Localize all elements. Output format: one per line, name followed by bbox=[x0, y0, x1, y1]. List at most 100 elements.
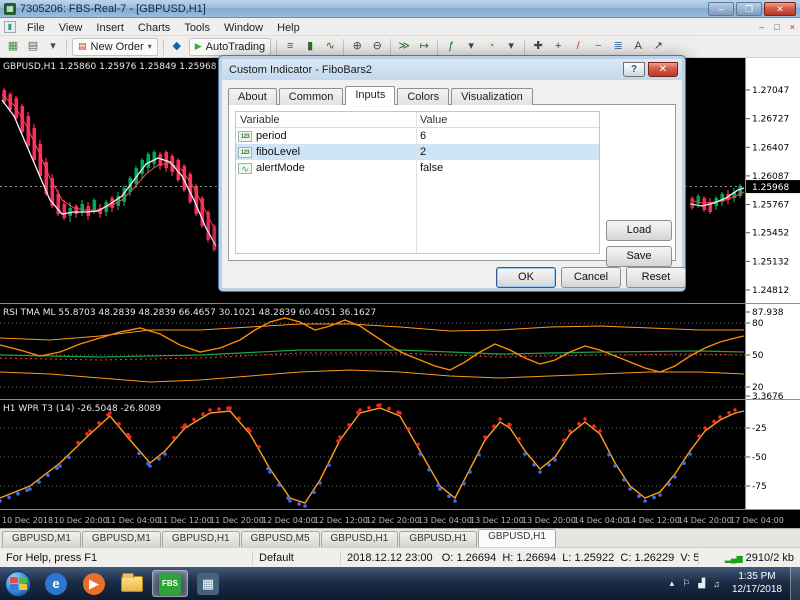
menu-item-view[interactable]: View bbox=[52, 21, 90, 35]
svg-text:1.25452: 1.25452 bbox=[752, 229, 789, 239]
start-button[interactable] bbox=[5, 570, 31, 597]
minimize-button[interactable]: – bbox=[708, 1, 734, 16]
save-button[interactable]: Save bbox=[606, 246, 672, 267]
chart-close-icon[interactable]: × bbox=[785, 22, 800, 32]
profiles-dropdown-icon[interactable]: ▾ bbox=[44, 38, 62, 56]
autotrading-button[interactable]: ▶ AutoTrading bbox=[188, 37, 272, 56]
dialog-close-button[interactable]: ✕ bbox=[648, 62, 678, 77]
text-label-icon[interactable]: A bbox=[629, 38, 647, 56]
param-value[interactable]: 6 bbox=[416, 128, 599, 144]
fibonacci-icon[interactable]: ≣ bbox=[609, 38, 627, 56]
app-icon: ▦ bbox=[4, 2, 16, 15]
chart-tab-2[interactable]: GBPUSD,H1 bbox=[161, 531, 240, 547]
menu-bar: ▮ File View Insert Charts Tools Window Help – … bbox=[0, 18, 800, 36]
candles-mode-icon[interactable]: ▮ bbox=[301, 38, 319, 56]
status-help-text: For Help, press F1 bbox=[6, 551, 98, 564]
new-chart-icon[interactable]: ▦ bbox=[4, 38, 22, 56]
cursor-icon[interactable]: ✚ bbox=[529, 38, 547, 56]
bars-mode-icon[interactable]: ≡ bbox=[281, 38, 299, 56]
param-value[interactable]: false bbox=[416, 160, 599, 176]
close-button[interactable]: ✕ bbox=[764, 1, 796, 16]
taskbar-clock[interactable]: 1:35 PM 12/17/2018 bbox=[724, 571, 790, 596]
svg-text:80: 80 bbox=[752, 319, 764, 329]
network-icon[interactable]: ▟ bbox=[694, 578, 709, 589]
dialog-help-button[interactable]: ? bbox=[623, 62, 645, 77]
toolbar-separator bbox=[524, 38, 526, 55]
taskbar-app-fbs-app[interactable]: FBS bbox=[152, 570, 188, 597]
indicators-icon[interactable]: ƒ bbox=[442, 38, 460, 56]
menu-item-window[interactable]: Window bbox=[217, 21, 270, 35]
menu-item-insert[interactable]: Insert bbox=[89, 21, 131, 35]
taskbar-app-media-player[interactable]: ▶ bbox=[76, 570, 112, 597]
expert-advisors-icon[interactable]: ◆ bbox=[168, 38, 186, 56]
restore-button[interactable]: ❒ bbox=[736, 1, 762, 16]
toolbar-separator bbox=[276, 38, 278, 55]
chart-restore-icon[interactable]: □ bbox=[769, 22, 784, 32]
rsi-panel-label: RSI TMA ML 55.8703 48.2839 48.2839 66.46… bbox=[3, 308, 376, 318]
chart-tab-3[interactable]: GBPUSD,M5 bbox=[240, 531, 320, 547]
line-mode-icon[interactable]: ∿ bbox=[321, 38, 339, 56]
zoom-out-icon[interactable]: ⊖ bbox=[368, 38, 386, 56]
svg-text:13 Dec 20:00: 13 Dec 20:00 bbox=[522, 516, 576, 525]
menu-item-help[interactable]: Help bbox=[270, 21, 307, 35]
chart-tab-4[interactable]: GBPUSD,H1 bbox=[320, 531, 399, 547]
param-row-period[interactable]: 123 period 6 bbox=[236, 128, 599, 144]
new-order-button[interactable]: ▤ New Order ▾ bbox=[72, 37, 158, 56]
chart-tab-5[interactable]: GBPUSD,H1 bbox=[399, 531, 478, 547]
taskbar-app-metatrader[interactable]: ▦ bbox=[190, 570, 226, 597]
menu-item-file[interactable]: File bbox=[20, 21, 52, 35]
show-desktop-button[interactable] bbox=[790, 567, 800, 600]
toolbar-separator bbox=[390, 38, 392, 55]
load-button[interactable]: Load bbox=[606, 220, 672, 241]
chart-profiles-icon[interactable]: ▤ bbox=[24, 38, 42, 56]
chart-tab-1[interactable]: GBPUSD,M1 bbox=[81, 531, 161, 547]
clock-time: 1:35 PM bbox=[738, 571, 776, 582]
menu-item-tools[interactable]: Tools bbox=[177, 21, 217, 35]
status-profile[interactable]: Default bbox=[252, 550, 340, 565]
horizontal-line-icon[interactable]: − bbox=[589, 38, 607, 56]
param-value[interactable]: 2 bbox=[416, 144, 599, 160]
auto-scroll-icon[interactable]: ≫ bbox=[395, 38, 413, 56]
cancel-button[interactable]: Cancel bbox=[561, 267, 621, 288]
dialog-tab-common[interactable]: Common bbox=[278, 88, 344, 105]
zoom-in-icon[interactable]: ⊕ bbox=[348, 38, 366, 56]
chart-tab-6[interactable]: GBPUSD,H1 bbox=[478, 529, 556, 547]
timeframes-icon[interactable]: ◔ bbox=[482, 38, 500, 56]
taskbar-app-internet-explorer[interactable]: e bbox=[38, 570, 74, 597]
svg-text:14 Dec 20:00: 14 Dec 20:00 bbox=[678, 516, 732, 525]
param-row-alertMode[interactable]: ∿ alertMode false bbox=[236, 160, 599, 176]
dialog-tab-colors[interactable]: Colors bbox=[397, 88, 450, 105]
status-quote: 2018.12.12 23:00 O: 1.26694 H: 1.26694 L… bbox=[340, 550, 698, 565]
crosshair-icon[interactable]: + bbox=[549, 38, 567, 56]
title-bar: ▦ 7305206: FBS-Real-7 - [GBPUSD,H1] – ❒ … bbox=[0, 0, 800, 18]
trendline-icon[interactable]: / bbox=[569, 38, 587, 56]
custom-indicator-dialog: Custom Indicator - FiboBars2 ? ✕ About Co… bbox=[218, 55, 686, 292]
menu-item-charts[interactable]: Charts bbox=[131, 21, 177, 35]
toolbar-separator bbox=[66, 38, 67, 55]
chart-shift-icon[interactable]: ↦ bbox=[415, 38, 433, 56]
timeframes-dropdown-icon[interactable]: ▾ bbox=[502, 38, 520, 56]
taskbar-app-file-explorer[interactable] bbox=[114, 570, 150, 597]
price-scale[interactable] bbox=[746, 58, 800, 509]
reset-button[interactable]: Reset bbox=[626, 267, 686, 288]
ok-button[interactable]: OK bbox=[496, 267, 556, 288]
dialog-tab-inputs[interactable]: Inputs bbox=[345, 86, 396, 105]
action-center-icon[interactable]: ⚐ bbox=[678, 578, 694, 589]
parameters-table[interactable]: Variable Value 123 period 6 123 fiboLevel 2 ∿ a… bbox=[235, 111, 600, 254]
dialog-tab-visualization[interactable]: Visualization bbox=[451, 88, 533, 105]
new-order-dropdown-icon[interactable]: ▾ bbox=[148, 42, 152, 51]
param-name: alertMode bbox=[256, 162, 305, 174]
dialog-title-bar[interactable]: Custom Indicator - FiboBars2 ? ✕ bbox=[222, 59, 682, 80]
autotrading-icon: ▶ bbox=[194, 41, 202, 51]
indicators-dropdown-icon[interactable]: ▾ bbox=[462, 38, 480, 56]
dialog-tab-about[interactable]: About bbox=[228, 88, 277, 105]
svg-text:12 Dec 20:00: 12 Dec 20:00 bbox=[366, 516, 420, 525]
svg-text:1.26407: 1.26407 bbox=[752, 143, 789, 153]
volume-icon[interactable]: ♫ bbox=[709, 579, 724, 589]
arrows-tool-icon[interactable]: ↗ bbox=[649, 38, 667, 56]
svg-text:10 Dec 2018: 10 Dec 2018 bbox=[2, 516, 53, 525]
hidden-icons-arrow[interactable]: ▴ bbox=[666, 578, 679, 589]
param-row-fiboLevel[interactable]: 123 fiboLevel 2 bbox=[236, 144, 599, 160]
chart-minimize-icon[interactable]: – bbox=[754, 22, 769, 32]
chart-tab-0[interactable]: GBPUSD,M1 bbox=[2, 531, 81, 547]
